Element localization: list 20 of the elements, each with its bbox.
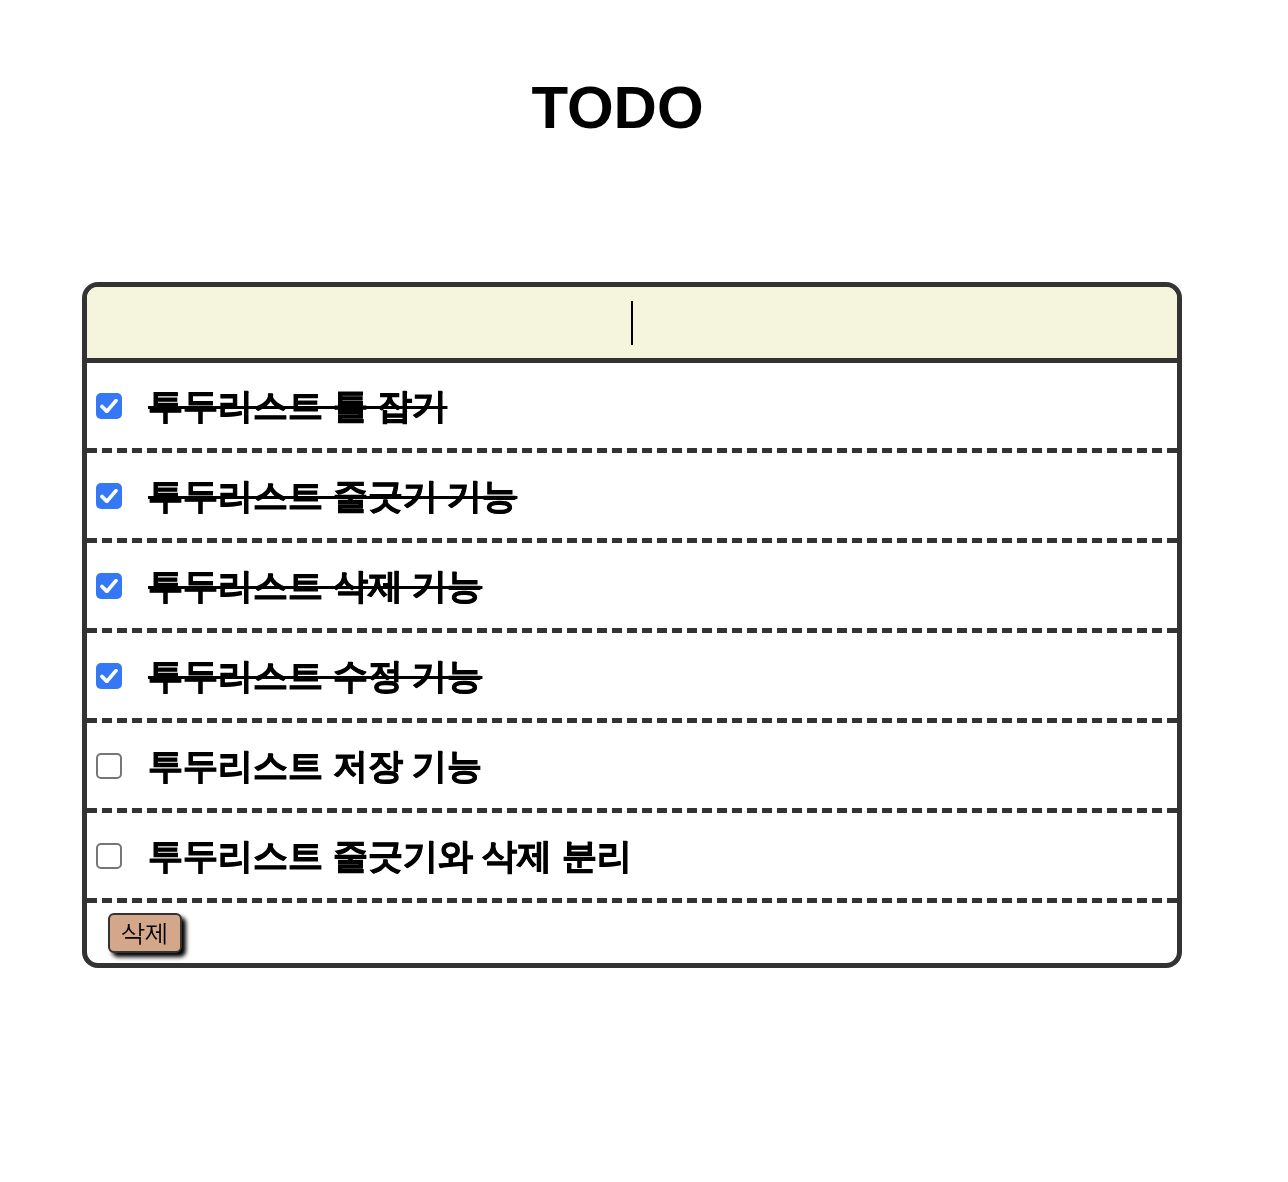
checkmark-icon <box>100 578 118 593</box>
checkbox[interactable] <box>96 392 122 419</box>
checkbox[interactable] <box>96 752 122 779</box>
todo-text: 투두리스트 줄긋기와 삭제 분리 <box>148 834 633 877</box>
todo-text: 투두리스트 저장 기능 <box>148 744 483 787</box>
text-cursor-icon <box>631 300 633 345</box>
todo-text: 투두리스트 틀 잡기 <box>148 384 448 427</box>
todo-text: 투두리스트 수정 기능 <box>148 654 483 697</box>
checkbox[interactable] <box>96 482 122 509</box>
checkbox[interactable] <box>96 662 122 689</box>
checkmark-icon <box>100 668 118 683</box>
checkbox[interactable] <box>96 842 122 869</box>
todo-text: 투두리스트 삭제 기능 <box>148 564 483 607</box>
page-title: TODO <box>531 74 704 142</box>
checkmark-icon <box>100 398 118 413</box>
input-field[interactable] <box>87 287 1177 363</box>
checkmark-icon <box>100 488 118 503</box>
delete-button[interactable]: 삭제 <box>108 913 182 953</box>
checkbox[interactable] <box>96 572 122 599</box>
todo-text: 투두리스트 줄긋기 기능 <box>148 474 518 517</box>
